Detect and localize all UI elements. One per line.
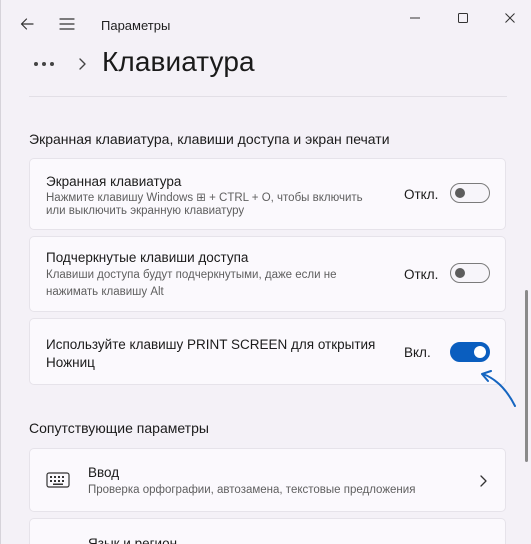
print-screen-snipping-toggle[interactable]: [450, 342, 490, 362]
setting-title: Подчеркнутые клавиши доступа: [46, 250, 249, 265]
minimize-button[interactable]: [401, 6, 429, 30]
annotation-arrow-icon: [481, 370, 516, 407]
setting-card-print-screen-snipping: Используйте клавишу PRINT SCREEN для отк…: [29, 318, 506, 385]
setting-title: Используйте клавишу PRINT SCREEN для отк…: [46, 337, 376, 352]
setting-title: Ножниц: [46, 355, 95, 370]
related-setting-language-region[interactable]: Язык и регион: [29, 518, 506, 544]
setting-description: нажимать клавишу Alt: [46, 286, 164, 298]
back-arrow-icon: [20, 18, 34, 30]
toggle-state-label: Вкл.: [404, 345, 431, 360]
onscreen-keyboard-toggle[interactable]: [450, 183, 490, 203]
breadcrumb-more-button[interactable]: [32, 54, 58, 74]
navigation-menu-button[interactable]: [55, 12, 79, 36]
setting-description: Нажмите клавишу Windows ⊞ + CTRL + O, чт…: [46, 192, 363, 204]
section-title-keyboard-access: Экранная клавиатура, клавиши доступа и э…: [29, 131, 390, 147]
toggle-state-label: Откл.: [404, 267, 439, 282]
minimize-icon: [410, 17, 420, 19]
setting-description: Клавиши доступа будут подчеркнутыми, даж…: [46, 269, 337, 281]
section-title-related-settings: Сопутствующие параметры: [29, 420, 209, 436]
breadcrumb-chevron-icon: [77, 56, 89, 72]
settings-window: Параметры Клавиатура Экранная клавиатура…: [0, 0, 531, 544]
close-icon: [505, 13, 515, 23]
related-setting-title: Язык и регион: [88, 536, 178, 544]
setting-card-underline-access-keys: Подчеркнутые клавиши доступа Клавиши дос…: [29, 236, 506, 312]
maximize-button[interactable]: [449, 6, 477, 30]
toggle-knob: [455, 188, 465, 198]
app-title: Параметры: [101, 18, 171, 33]
related-setting-description: Проверка орфографии, автозамена, текстов…: [88, 484, 416, 496]
header-divider: [29, 96, 507, 97]
more-dots-icon: [34, 62, 54, 66]
chevron-right-icon: [480, 475, 487, 487]
setting-description: или выключить экранную клавиатуру: [46, 205, 245, 217]
related-setting-typing[interactable]: Ввод Проверка орфографии, автозамена, те…: [29, 448, 506, 512]
toggle-knob: [455, 268, 465, 278]
scrollbar-thumb[interactable]: [525, 290, 528, 462]
page-title: Клавиатура: [102, 46, 255, 77]
close-button[interactable]: [496, 6, 524, 30]
keyboard-icon: [46, 472, 70, 488]
toggle-knob: [474, 346, 486, 358]
back-button[interactable]: [15, 12, 39, 36]
maximize-icon: [458, 13, 468, 23]
toggle-state-label: Откл.: [404, 187, 439, 202]
related-setting-title: Ввод: [88, 465, 120, 480]
underline-access-keys-toggle[interactable]: [450, 263, 490, 283]
setting-title: Экранная клавиатура: [46, 174, 182, 189]
setting-card-onscreen-keyboard: Экранная клавиатура Нажмите клавишу Wind…: [29, 158, 506, 230]
hamburger-menu-icon: [59, 18, 75, 30]
title-bar: Параметры: [1, 0, 531, 48]
